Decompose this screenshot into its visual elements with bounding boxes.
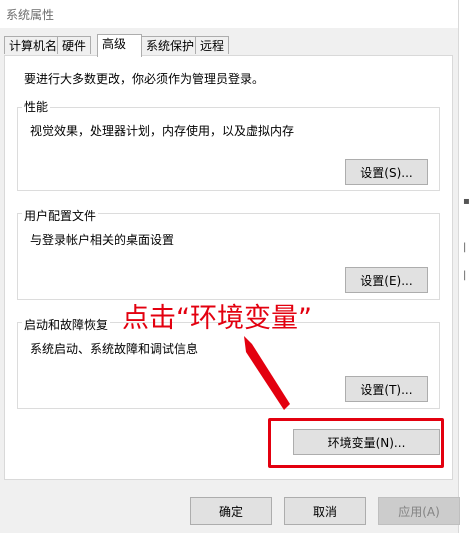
cancel-button[interactable]: 取消: [284, 497, 366, 525]
annotation-arrow: [244, 336, 290, 410]
tab-advanced[interactable]: 高级: [97, 34, 142, 57]
ok-button[interactable]: 确定: [190, 497, 272, 525]
apply-button[interactable]: 应用(A): [378, 497, 460, 525]
